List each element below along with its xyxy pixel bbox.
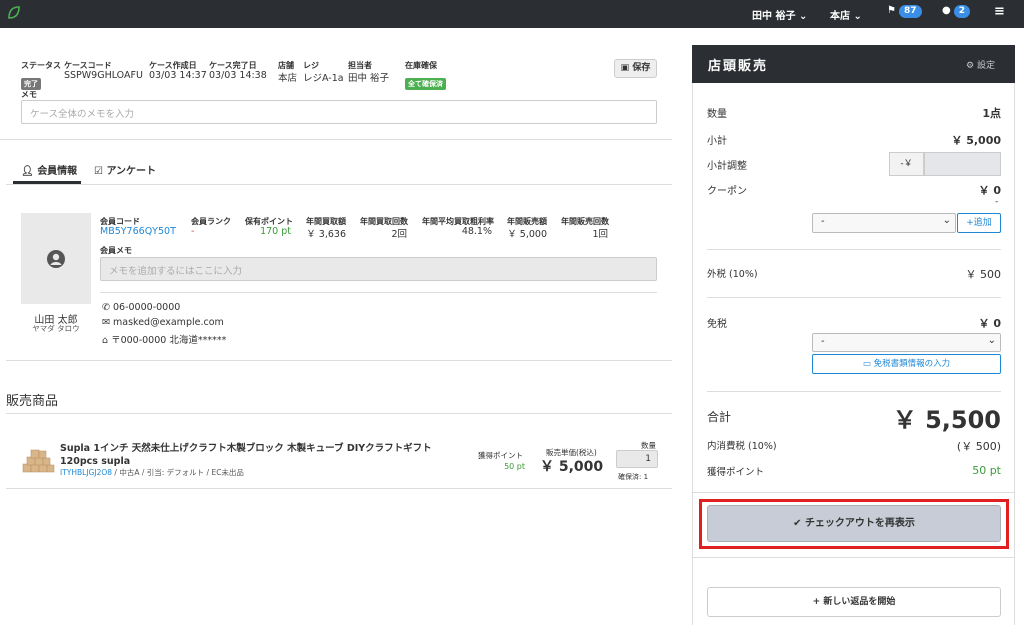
save-button[interactable]: ▣ 保存 [614,59,657,78]
case-memo-input[interactable]: ケース全体のメモを入力 [21,100,657,124]
product-image-icon [22,449,55,473]
register-value: レジA-1a [303,73,344,84]
member-kana: ヤマダ タロウ [32,324,80,333]
stock-badge: 全て確保済 [405,78,446,90]
member-address: ⌂ 〒000-0000 北海道****** [102,335,227,346]
coupon-add-button[interactable]: +追加 [957,213,1001,233]
items-heading: 販売商品 [6,394,59,409]
points-value: 170 pt [260,226,291,237]
store-value: 本店 [278,73,298,84]
mail-icon: ✉ [102,317,110,328]
coupon-row: クーポン ￥ 0 [707,184,1001,197]
member-rank-label: 会員ランク [191,217,231,226]
memo-label: メモ [21,90,37,99]
total-row: 合計 ￥ 5,500 [707,406,1001,434]
user-menu[interactable]: 田中 裕子 ⌄ [752,7,807,22]
pos-title: 店頭販売 [708,59,769,74]
tax-row: 外税 (10%) ￥ 500 [707,268,1001,281]
phone-icon: ✆ [102,302,110,313]
sale-count: 1回 [592,229,608,240]
product-thumbnail[interactable] [21,445,55,475]
qty-row: 数量 1点 [707,107,1001,120]
notification-badge: 87 [898,5,922,18]
member-rank: - [191,226,195,237]
top-bar: 田中 裕子 ⌄ 本店 ⌄ ⚑ 87 ● 2 ≡ [0,0,1024,28]
pos-header: 店頭販売 ⚙ 設定 [692,45,1015,83]
checkbox-icon: ☑ [94,166,103,177]
member-memo-label: 会員メモ [100,246,132,255]
avatar [21,213,91,304]
exempt-row: 免税 ￥ 0 [707,317,1001,330]
chevron-down-icon: ⌄ [987,335,996,346]
member-phone: ✆ 06-0000-0000 [102,302,181,313]
exempt-select[interactable]: - ⌄ [812,333,1001,352]
quantity-input[interactable]: 1 [616,450,658,468]
subtotal-row: 小計 ￥ 5,000 [707,134,1001,147]
sale-amount: ￥ 5,000 [507,229,547,240]
user-icon: 👤︎ [21,166,34,177]
product-code-link[interactable]: ITYHBLJGJ2O8 [60,468,112,477]
save-icon: ▣ [620,63,630,73]
adjust-prefix: -￥ [889,152,924,176]
case-code: SSPW9GHLOAFU [64,70,143,81]
tab-survey[interactable]: ☑ アンケート [94,162,156,177]
member-memo-input[interactable]: メモを追加するにはここに入力 [100,257,657,281]
message-badge: 2 [953,5,970,18]
coupon-select[interactable]: - ⌄ [812,213,956,233]
earn-points-row: 獲得ポイント 50 pt [707,464,1001,478]
hamburger-menu-icon[interactable]: ≡ [994,4,1005,19]
notifications-button[interactable]: ⚑ 87 [887,5,922,18]
incl-tax-row: 内消費税 (10%) (￥ 500) [707,440,1001,453]
plus-icon: + [966,218,974,228]
tab-member-info[interactable]: 👤︎ 会員情報 [21,162,77,177]
app-logo-icon[interactable] [6,5,22,21]
member-code-link[interactable]: MB5Y766QY50T [100,226,176,237]
buy-amount: ￥ 3,636 [306,229,346,240]
product-meta: ITYHBLJGJ2O8 / 中古A / 引当: デフォルト / EC未出品 [60,468,244,477]
buy-count: 2回 [391,229,407,240]
created-date: 03/03 14:37 [149,70,207,81]
margin-value: 48.1% [461,226,492,237]
unit-price: ￥ 5,000 [540,459,604,475]
exempt-docs-button[interactable]: ▭ 免税書類情報の入力 [812,354,1001,374]
new-return-button[interactable]: + 新しい返品を開始 [707,587,1001,617]
completed-date: 03/03 14:38 [209,70,267,81]
member-email: ✉ masked@example.com [102,317,224,328]
home-icon: ⌂ [102,335,109,346]
staff-value: 田中 裕子 [348,73,390,84]
chat-icon: ● [942,5,951,16]
flag-icon: ⚑ [887,5,896,16]
product-name: Supla 1インチ 天然未仕上げクラフト木製ブロック 木製キューブ DIYクラ… [60,443,432,467]
messages-button[interactable]: ● 2 [942,5,970,18]
status-label: ステータス [21,61,61,70]
adjust-input[interactable] [924,152,1001,176]
coupon-sub: - [995,197,999,207]
item-points-label: 獲得ポイント [478,451,523,460]
gear-icon: ⚙ [966,61,975,71]
check-icon: ✔ [793,518,802,529]
item-points: 50 pt [504,462,525,471]
reserved-count: 確保済: 1 [618,473,649,481]
store-menu[interactable]: 本店 ⌄ [830,7,862,22]
plus-icon: + [812,597,821,607]
settings-button[interactable]: ⚙ 設定 [966,58,995,71]
avatar-icon [47,250,65,268]
stock-label: 在庫確保 [405,61,437,70]
id-card-icon: ▭ [862,359,871,369]
chevron-down-icon: ⌄ [942,215,951,226]
checkout-button[interactable]: ✔ チェックアウトを再表示 [707,505,1001,542]
